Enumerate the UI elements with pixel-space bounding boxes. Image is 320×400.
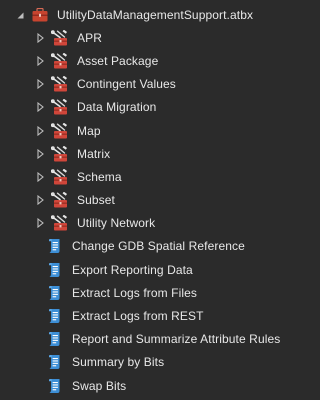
toolset-label: Map xyxy=(77,123,101,138)
expanded-chevron-icon[interactable] xyxy=(15,10,25,20)
script-tool-item-export-reporting-data[interactable]: Export Reporting Data xyxy=(0,258,277,281)
script-tool-label: Swap Bits xyxy=(72,378,127,393)
script-tool-item-swap-bits[interactable]: Swap Bits xyxy=(0,374,277,397)
script-tool-item-summary-by-bits[interactable]: Summary by Bits xyxy=(0,351,277,374)
script-tool-icon xyxy=(49,239,60,254)
toolset-item-map[interactable]: Map xyxy=(0,119,277,142)
toolset-item-apr[interactable]: APR xyxy=(0,26,277,49)
toolbox-name: UtilityDataManagementSupport.atbx xyxy=(57,7,254,22)
script-tool-item-report-and-summarize-attribute-rules[interactable]: Report and Summarize Attribute Rules xyxy=(0,328,281,351)
toolset-icon xyxy=(51,122,67,139)
toolset-icon xyxy=(51,192,67,208)
toolset-label: Data Migration xyxy=(77,100,157,115)
toolset-label: Asset Package xyxy=(77,53,159,68)
toolbox-root-row[interactable]: UtilityDataManagementSupport.atbx xyxy=(0,3,277,26)
collapsed-chevron-icon[interactable] xyxy=(37,148,44,159)
script-tool-icon xyxy=(49,355,60,370)
toolset-item-contingent-values[interactable]: Contingent Values xyxy=(0,73,277,96)
toolset-label: Schema xyxy=(77,169,122,184)
toolset-item-matrix[interactable]: Matrix xyxy=(0,142,277,165)
toolset-label: Utility Network xyxy=(77,216,156,231)
script-tool-item-change-gdb-spatial-reference[interactable]: Change GDB Spatial Reference xyxy=(0,235,277,258)
collapsed-chevron-icon[interactable] xyxy=(37,218,44,229)
toolset-icon xyxy=(51,52,67,69)
toolbox-icon xyxy=(32,7,48,22)
script-tool-item-extract-logs-from-rest[interactable]: Extract Logs from REST xyxy=(0,304,277,327)
toolset-icon xyxy=(51,145,67,162)
collapsed-chevron-icon[interactable] xyxy=(37,171,44,182)
toolset-list: APR Asset Package Contingent Values Data… xyxy=(0,26,277,235)
script-tool-label: Summary by Bits xyxy=(72,355,165,370)
toolset-icon xyxy=(51,215,67,231)
script-tool-label: Extract Logs from REST xyxy=(72,309,204,324)
toolset-label: Matrix xyxy=(77,146,111,161)
script-tool-label: Report and Summarize Attribute Rules xyxy=(72,332,281,347)
script-tool-label: Change GDB Spatial Reference xyxy=(72,239,245,254)
toolset-item-data-migration[interactable]: Data Migration xyxy=(0,96,277,119)
toolset-icon xyxy=(51,29,67,46)
collapsed-chevron-icon[interactable] xyxy=(37,125,44,136)
toolset-item-asset-package[interactable]: Asset Package xyxy=(0,49,277,72)
toolset-icon xyxy=(51,168,67,185)
toolset-item-utility-network[interactable]: Utility Network xyxy=(0,212,277,235)
toolbox-tree: UtilityDataManagementSupport.atbx APR As… xyxy=(0,3,281,397)
toolset-item-schema[interactable]: Schema xyxy=(0,165,277,188)
collapsed-chevron-icon[interactable] xyxy=(37,195,44,206)
toolset-icon xyxy=(51,76,67,92)
script-tool-label: Extract Logs from Files xyxy=(72,285,198,300)
toolset-label: Contingent Values xyxy=(77,77,176,92)
script-tool-icon xyxy=(49,262,60,277)
toolset-item-subset[interactable]: Subset xyxy=(0,189,277,212)
collapsed-chevron-icon[interactable] xyxy=(37,102,44,113)
collapsed-chevron-icon[interactable] xyxy=(37,55,44,66)
script-tool-item-extract-logs-from-files[interactable]: Extract Logs from Files xyxy=(0,281,277,304)
toolset-label: Subset xyxy=(77,193,115,208)
toolset-label: APR xyxy=(77,30,102,45)
script-tool-icon xyxy=(49,378,60,393)
script-tool-icon xyxy=(49,309,60,324)
collapsed-chevron-icon[interactable] xyxy=(37,79,44,90)
script-tool-label: Export Reporting Data xyxy=(72,262,193,277)
script-tool-icon xyxy=(49,285,60,300)
collapsed-chevron-icon[interactable] xyxy=(37,32,44,43)
toolset-icon xyxy=(51,99,67,115)
script-tool-list: Change GDB Spatial Reference Export Repo… xyxy=(0,235,281,397)
script-tool-icon xyxy=(49,332,60,347)
